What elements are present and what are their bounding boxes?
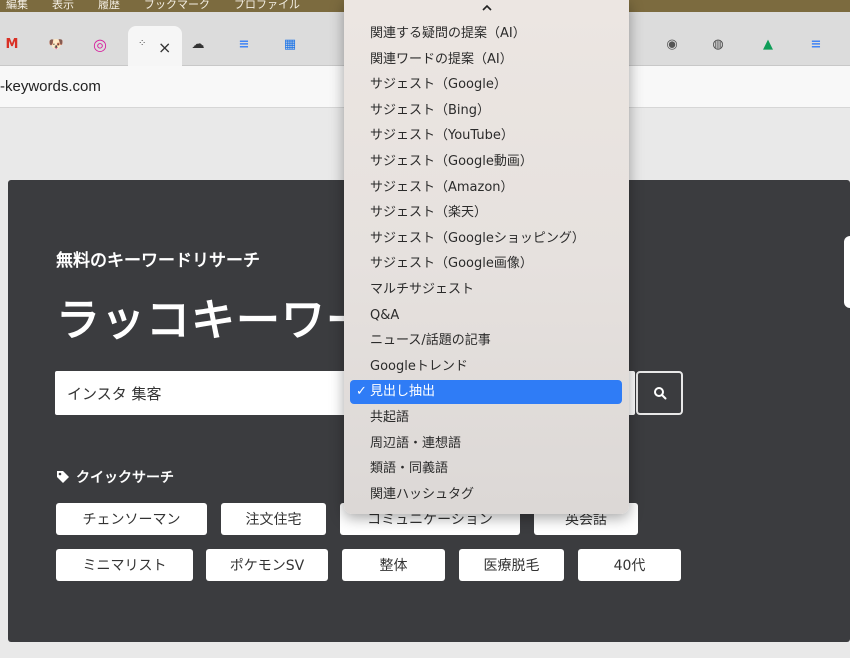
dropdown-option[interactable]: ✓ 見出し抽出: [350, 380, 622, 405]
menu-edit[interactable]: 編集: [6, 0, 28, 12]
cloud-icon: ☁: [191, 36, 205, 52]
active-tab-favicon: ⁘: [138, 38, 147, 49]
dropdown-option[interactable]: 周辺語・連想語: [350, 432, 622, 456]
tab-dog[interactable]: 🐶: [44, 32, 68, 56]
tab-grid[interactable]: ▦: [278, 32, 302, 56]
menu-view[interactable]: 表示: [52, 0, 74, 12]
dropdown-option-label: 類語・同義語: [370, 461, 449, 477]
dropdown-option-label: 関連ハッシュタグ: [370, 486, 475, 502]
dropdown-option[interactable]: サジェスト（Bing）: [350, 99, 622, 123]
instagram-icon: ◎: [93, 34, 107, 54]
dropdown-option[interactable]: サジェスト（楽天）: [350, 201, 622, 225]
menu-profile[interactable]: プロファイル: [234, 0, 300, 12]
dropdown-option-label: 周辺語・連想語: [370, 435, 462, 451]
tag-icon: [57, 471, 69, 483]
chevron-up-icon: [481, 4, 492, 11]
dropdown-option-label: Q&A: [370, 307, 400, 323]
dropdown-option-label: サジェスト（Amazon）: [370, 179, 514, 195]
dropdown-option[interactable]: サジェスト（Google）: [350, 73, 622, 97]
menu-history[interactable]: 履歴: [98, 0, 120, 12]
quick-chip[interactable]: 40代: [578, 549, 681, 581]
checkmark-icon: ✓: [356, 384, 367, 400]
dropdown-option-label: 共起語: [370, 410, 410, 425]
dropdown-option-label: サジェスト（Bing）: [370, 102, 491, 118]
hero-subtitle: 無料のキーワードリサーチ: [56, 251, 260, 271]
dropdown-option-label: サジェスト（Googleショッピング）: [370, 230, 585, 246]
dropdown-option[interactable]: 類語・同義語: [350, 457, 622, 481]
dropdown-option-label: サジェスト（YouTube）: [370, 128, 514, 144]
docs-icon: ≡: [238, 36, 250, 52]
tab-cloud[interactable]: ☁: [186, 32, 210, 56]
url-text[interactable]: -keywords.com: [0, 78, 101, 95]
tab-gmail[interactable]: M: [0, 32, 24, 56]
dropdown-option[interactable]: サジェスト（Amazon）: [350, 176, 622, 200]
dropdown-option-label: マルチサジェスト: [370, 282, 475, 297]
dropdown-option[interactable]: 共起語: [350, 406, 622, 430]
quick-chip[interactable]: 注文住宅: [221, 503, 326, 535]
tab-docs-2[interactable]: ≡: [804, 32, 828, 56]
scroll-up-arrow[interactable]: [344, 0, 629, 14]
dropdown-option-label: Googleトレンド: [370, 358, 468, 374]
chrome-icon: ◍: [712, 36, 724, 52]
tab-drive[interactable]: ▲: [756, 32, 780, 56]
dog-icon: 🐶: [48, 37, 64, 51]
side-panel-edge: [844, 236, 850, 308]
dropdown-option[interactable]: サジェスト（Googleショッピング）: [350, 227, 622, 251]
tab-chrome[interactable]: ◉: [660, 32, 684, 56]
dropdown-option-label: ニュース/話題の記事: [370, 333, 491, 349]
dropdown-option-label: サジェスト（Google画像）: [370, 256, 533, 272]
docs-icon: ≡: [810, 36, 822, 52]
quick-chip[interactable]: チェンソーマン: [56, 503, 207, 535]
tool-select-dropdown[interactable]: 関連する疑問の提案（AI） 関連ワードの提案（AI） サジェスト（Google） サジ…: [344, 0, 629, 514]
tab-active[interactable]: ⁘: [128, 26, 182, 66]
dropdown-option[interactable]: Googleトレンド: [350, 355, 622, 379]
dropdown-option[interactable]: Q&A: [350, 304, 622, 328]
dropdown-option-label: サジェスト（Google）: [370, 77, 507, 93]
quick-chip[interactable]: ポケモンSV: [206, 549, 328, 581]
tab-instagram[interactable]: ◎: [88, 32, 112, 56]
dropdown-option[interactable]: マルチサジェスト: [350, 278, 622, 302]
tab-docs[interactable]: ≡: [232, 32, 256, 56]
dropdown-option-label: サジェスト（Google動画）: [370, 154, 533, 169]
quick-chip[interactable]: 医療脱毛: [459, 549, 564, 581]
close-tab-icon[interactable]: ×: [158, 38, 171, 57]
dropdown-option-label: サジェスト（楽天）: [370, 205, 488, 221]
search-button[interactable]: [636, 371, 683, 415]
dropdown-option-label: 関連ワードの提案（AI）: [370, 51, 513, 67]
dropdown-option-label: 関連する疑問の提案（AI）: [370, 26, 526, 41]
dropdown-option[interactable]: サジェスト（Google画像）: [350, 252, 622, 276]
menu-bookmarks[interactable]: ブックマーク: [144, 0, 210, 12]
dropdown-option[interactable]: 関連する疑問の提案（AI）: [350, 22, 622, 46]
quick-chip[interactable]: ミニマリスト: [56, 549, 193, 581]
dropdown-option[interactable]: ニュース/話題の記事: [350, 329, 622, 353]
search-icon: [653, 387, 666, 400]
dropdown-option[interactable]: 関連ハッシュタグ: [350, 483, 622, 507]
quick-chip[interactable]: 整体: [342, 549, 445, 581]
gmail-icon: M: [5, 36, 19, 52]
grid-icon: ▦: [283, 36, 297, 52]
quick-search-heading: クイックサーチ: [56, 467, 174, 487]
dropdown-option-label: 見出し抽出: [370, 384, 436, 400]
dropdown-option[interactable]: サジェスト（YouTube）: [350, 124, 622, 148]
quick-search-label: クイックサーチ: [76, 470, 174, 486]
drive-icon: ▲: [763, 36, 773, 52]
dropdown-option[interactable]: サジェスト（Google動画）: [350, 150, 622, 174]
dropdown-option[interactable]: 関連ワードの提案（AI）: [350, 48, 622, 72]
tab-chrome-2[interactable]: ◍: [706, 32, 730, 56]
chrome-icon: ◉: [666, 36, 678, 52]
